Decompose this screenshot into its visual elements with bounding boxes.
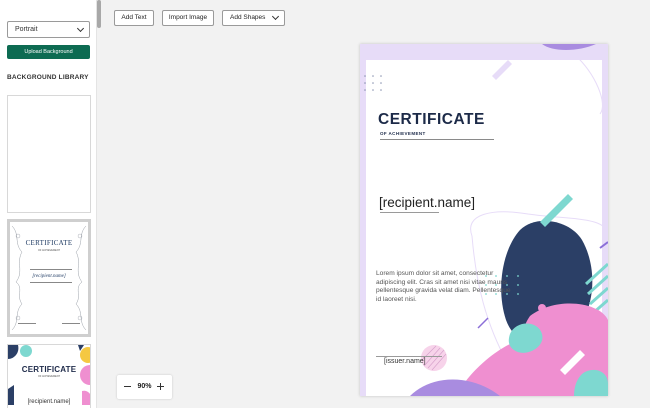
orientation-select[interactable]: Portrait	[7, 21, 90, 38]
thumbnail-subtitle: OF ACHIEVEMENT	[37, 375, 61, 378]
certificate-title[interactable]: CERTIFICATE	[378, 111, 485, 129]
sidebar-scrollbar[interactable]	[97, 0, 101, 408]
thumbnail-divider	[30, 282, 72, 283]
thumbnail-divider	[30, 269, 72, 270]
orientation-select-value: Portrait	[15, 26, 38, 33]
thumbnail-subtitle: OF ACHIEVEMENT	[37, 249, 61, 252]
title-underline	[380, 139, 494, 140]
zoom-control: 90%	[117, 375, 172, 399]
add-text-button[interactable]: Add Text	[114, 10, 154, 26]
sidebar: Portrait Upload Background BACKGROUND LI…	[0, 0, 97, 408]
chevron-down-icon	[76, 24, 85, 33]
certificate-decoration	[364, 44, 608, 396]
thumbnail-signature-line	[18, 323, 36, 324]
add-shapes-dropdown[interactable]: Add Shapes	[222, 10, 285, 26]
background-thumbnail-classic[interactable]: CERTIFICATE OF ACHIEVEMENT [recipient.na…	[7, 219, 91, 337]
certificate-subtitle[interactable]: OF ACHIEVEMENT	[380, 131, 426, 136]
add-shapes-label: Add Shapes	[230, 14, 266, 21]
background-thumbnail-blank[interactable]	[7, 95, 91, 213]
certificate-canvas[interactable]: CERTIFICATE OF ACHIEVEMENT [recipient.na…	[360, 44, 608, 396]
thumbnail-title: CERTIFICATE	[25, 239, 73, 247]
plus-icon[interactable]	[160, 383, 161, 390]
background-thumbnail-modern[interactable]: CERTIFICATE OF ACHIEVEMENT [recipient.na…	[7, 344, 91, 408]
thumbnail-recipient: [recipient.name]	[32, 274, 66, 279]
issuer-signature-line	[376, 356, 442, 357]
recipient-underline	[380, 212, 439, 213]
recipient-name-field[interactable]: [recipient.name]	[379, 195, 475, 210]
certificate-body-text[interactable]: Lorem ipsum dolor sit amet, consectetur …	[376, 270, 514, 304]
upload-background-button[interactable]: Upload Background	[7, 45, 90, 59]
import-image-button[interactable]: Import Image	[162, 10, 214, 26]
thumbnail-signature-line	[62, 323, 80, 324]
sidebar-scroll-thumb[interactable]	[97, 0, 101, 28]
background-library-title: BACKGROUND LIBRARY	[7, 74, 89, 81]
thumbnail-title: CERTIFICATE	[21, 365, 77, 374]
thumbnail-recipient: [recipient.name]	[27, 399, 71, 405]
chevron-down-icon	[271, 12, 280, 21]
issuer-name-field[interactable]: [issuer.name]	[384, 358, 426, 365]
